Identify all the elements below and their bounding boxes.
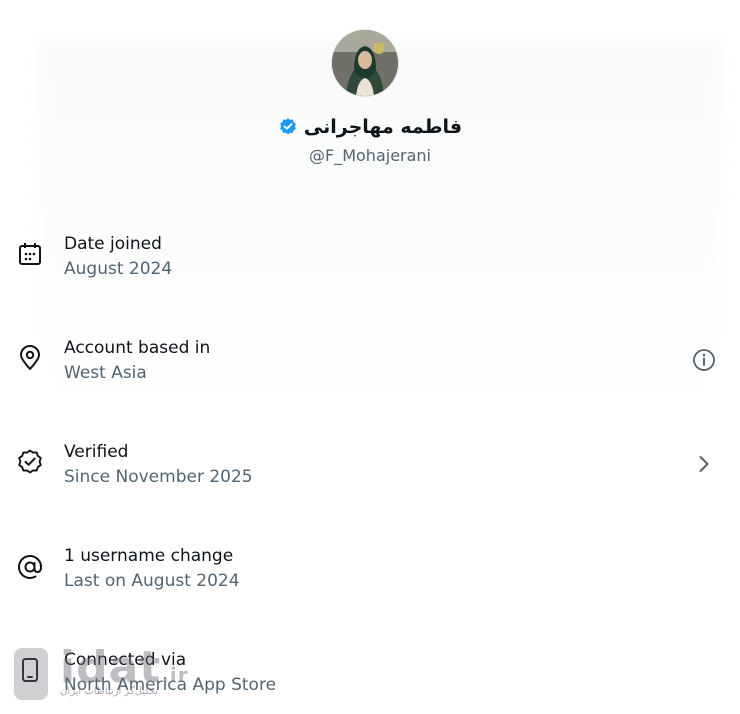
username-handle: @F_Mohajerani (309, 146, 431, 165)
detail-row-username-change: 1 username change Last on August 2024 (0, 540, 740, 610)
avatar-portrait (332, 30, 398, 96)
detail-subtitle: West Asia (64, 363, 147, 383)
detail-subtitle: Since November 2025 (64, 467, 253, 487)
detail-row-connected-via: Connected via North America App Store (0, 644, 740, 714)
detail-title: Verified (64, 442, 129, 462)
detail-title: Connected via (64, 650, 187, 670)
chevron-right-icon[interactable] (691, 451, 717, 477)
at-sign-icon (16, 553, 44, 581)
detail-subtitle: Last on August 2024 (64, 571, 240, 591)
avatar[interactable] (332, 30, 398, 96)
location-pin-icon (16, 344, 44, 372)
detail-subtitle: North America App Store (64, 675, 277, 695)
verified-badge-icon (278, 117, 298, 137)
detail-row-account-based-in: Account based in West Asia (0, 332, 740, 402)
detail-title: Date joined (64, 234, 162, 254)
detail-row-verified[interactable]: Verified Since November 2025 (0, 436, 740, 506)
detail-title: 1 username change (64, 546, 234, 566)
display-name: فاطمه مهاجرانی (303, 116, 463, 138)
detail-title: Account based in (64, 338, 211, 358)
detail-row-date-joined: Date joined August 2024 (0, 228, 740, 298)
phone-icon (16, 656, 44, 684)
calendar-icon (16, 240, 44, 268)
profile-name-row: فاطمه مهاجرانی (0, 116, 740, 138)
verified-check-icon (16, 448, 44, 476)
info-icon[interactable] (691, 347, 717, 373)
detail-subtitle: August 2024 (64, 259, 173, 279)
